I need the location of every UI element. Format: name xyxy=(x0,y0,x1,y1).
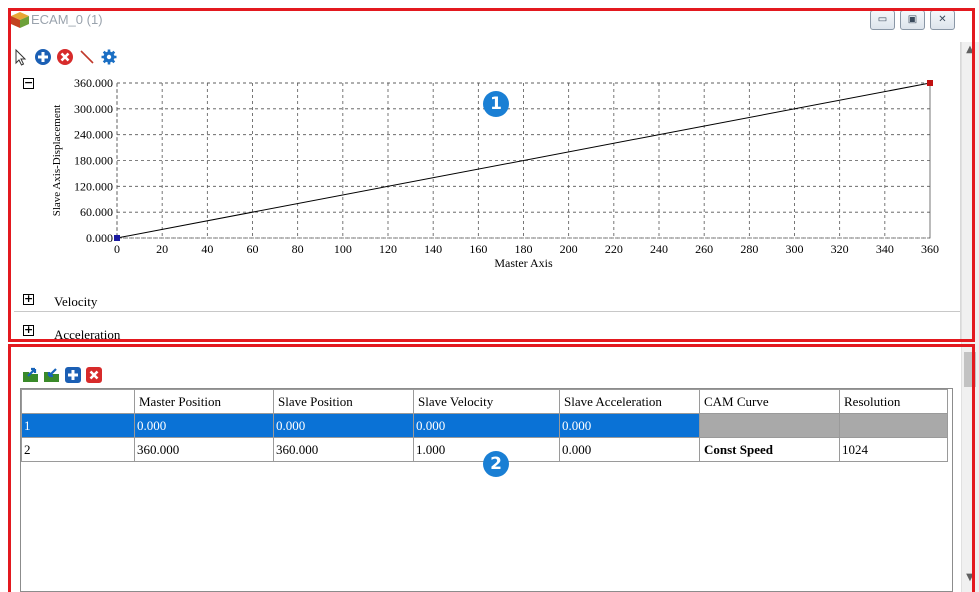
slave-velocity-cell[interactable]: 0.000 xyxy=(413,413,560,438)
x-tick-label: 40 xyxy=(201,242,213,256)
velocity-label: Velocity xyxy=(54,294,98,309)
x-tick-label: 280 xyxy=(740,242,758,256)
restore-button[interactable]: ▣ xyxy=(900,10,925,30)
row-index-cell[interactable]: 2 xyxy=(21,437,135,462)
table-row[interactable]: 1 0.000 0.000 0.000 0.000 xyxy=(21,413,948,438)
table-header-row: Master Position Slave Position Slave Vel… xyxy=(21,389,948,414)
end-point-marker xyxy=(927,80,933,86)
x-axis-label: Master Axis xyxy=(494,256,553,270)
x-tick-label: 0 xyxy=(114,242,120,256)
scroll-up-icon[interactable]: ▲ xyxy=(964,44,976,56)
x-tick-label: 100 xyxy=(334,242,352,256)
vertical-scrollbar[interactable] xyxy=(961,42,979,592)
scroll-thumb[interactable] xyxy=(964,352,976,387)
expand-velocity-button[interactable]: + xyxy=(23,293,34,305)
add-point-icon[interactable] xyxy=(34,48,52,66)
export-icon[interactable] xyxy=(43,366,61,384)
acceleration-label: Acceleration xyxy=(54,327,121,342)
callout-badge-1: 1 xyxy=(483,91,509,117)
import-icon[interactable] xyxy=(22,366,40,384)
x-tick-label: 360 xyxy=(921,242,939,256)
acceleration-section[interactable]: + Acceleration xyxy=(14,318,960,342)
resolution-cell[interactable]: 1024 xyxy=(839,437,948,462)
y-axis-label: Slave Axis-Displacement xyxy=(51,105,63,217)
cam-points-grid: Master Position Slave Position Slave Vel… xyxy=(20,388,953,592)
column-header-cam-curve[interactable]: CAM Curve xyxy=(699,389,840,414)
y-tick-label: 360.000 xyxy=(74,76,113,90)
y-tick-label: 0.000 xyxy=(86,231,113,245)
cam-curve-cell[interactable]: Const Speed xyxy=(699,437,840,462)
draw-line-icon[interactable] xyxy=(78,48,96,66)
y-tick-label: 240.000 xyxy=(74,128,113,142)
delete-point-icon[interactable] xyxy=(56,48,74,66)
master-position-cell[interactable]: 0.000 xyxy=(134,413,274,438)
window-title: ECAM_0 (1) xyxy=(31,12,103,27)
y-tick-label: 300.000 xyxy=(74,102,113,116)
close-button[interactable]: ✕ xyxy=(930,10,955,30)
column-header-index xyxy=(21,389,135,414)
slave-position-cell[interactable]: 0.000 xyxy=(273,413,414,438)
y-tick-label: 180.000 xyxy=(74,154,113,168)
column-header-master-position[interactable]: Master Position xyxy=(134,389,274,414)
x-tick-label: 180 xyxy=(515,242,533,256)
settings-gear-icon[interactable] xyxy=(100,48,118,66)
cam-curve-cell[interactable] xyxy=(699,413,840,438)
cam-points-table: Master Position Slave Position Slave Vel… xyxy=(21,389,948,462)
window-titlebar: ECAM_0 (1) ▭ ▣ ✕ xyxy=(0,0,979,42)
slave-acceleration-cell[interactable]: 0.000 xyxy=(559,437,700,462)
master-position-cell[interactable]: 360.000 xyxy=(134,437,274,462)
velocity-section[interactable]: + Velocity xyxy=(14,288,960,312)
row-index-cell[interactable]: 1 xyxy=(21,413,135,438)
column-header-resolution[interactable]: Resolution xyxy=(839,389,948,414)
expand-acceleration-button[interactable]: + xyxy=(23,324,34,336)
x-tick-label: 200 xyxy=(560,242,578,256)
x-tick-label: 120 xyxy=(379,242,397,256)
x-tick-label: 160 xyxy=(469,242,487,256)
y-tick-label: 60.000 xyxy=(80,205,113,219)
x-tick-label: 240 xyxy=(650,242,668,256)
x-tick-label: 340 xyxy=(876,242,894,256)
x-tick-label: 300 xyxy=(786,242,804,256)
table-toolbar xyxy=(22,365,103,385)
slave-position-cell[interactable]: 360.000 xyxy=(273,437,414,462)
x-tick-label: 140 xyxy=(424,242,442,256)
x-tick-label: 260 xyxy=(695,242,713,256)
app-cube-icon xyxy=(11,12,29,28)
callout-badge-2: 2 xyxy=(483,451,509,477)
y-tick-label: 120.000 xyxy=(74,179,113,193)
x-tick-label: 220 xyxy=(605,242,623,256)
collapse-position-chart-button[interactable]: − xyxy=(23,77,34,89)
delete-row-icon[interactable] xyxy=(85,366,103,384)
chart-toolbar xyxy=(12,46,118,68)
start-point-marker xyxy=(114,235,120,241)
column-header-slave-acceleration[interactable]: Slave Acceleration xyxy=(559,389,700,414)
x-tick-label: 20 xyxy=(156,242,168,256)
column-header-slave-position[interactable]: Slave Position xyxy=(273,389,414,414)
column-header-slave-velocity[interactable]: Slave Velocity xyxy=(413,389,560,414)
minimize-button[interactable]: ▭ xyxy=(870,10,895,30)
x-tick-label: 60 xyxy=(247,242,259,256)
x-tick-label: 80 xyxy=(292,242,304,256)
pointer-icon[interactable] xyxy=(12,48,30,66)
scroll-down-icon[interactable]: ▼ xyxy=(964,572,976,584)
slave-acceleration-cell[interactable]: 0.000 xyxy=(559,413,700,438)
x-tick-label: 320 xyxy=(831,242,849,256)
resolution-cell[interactable] xyxy=(839,413,948,438)
add-row-icon[interactable] xyxy=(64,366,82,384)
